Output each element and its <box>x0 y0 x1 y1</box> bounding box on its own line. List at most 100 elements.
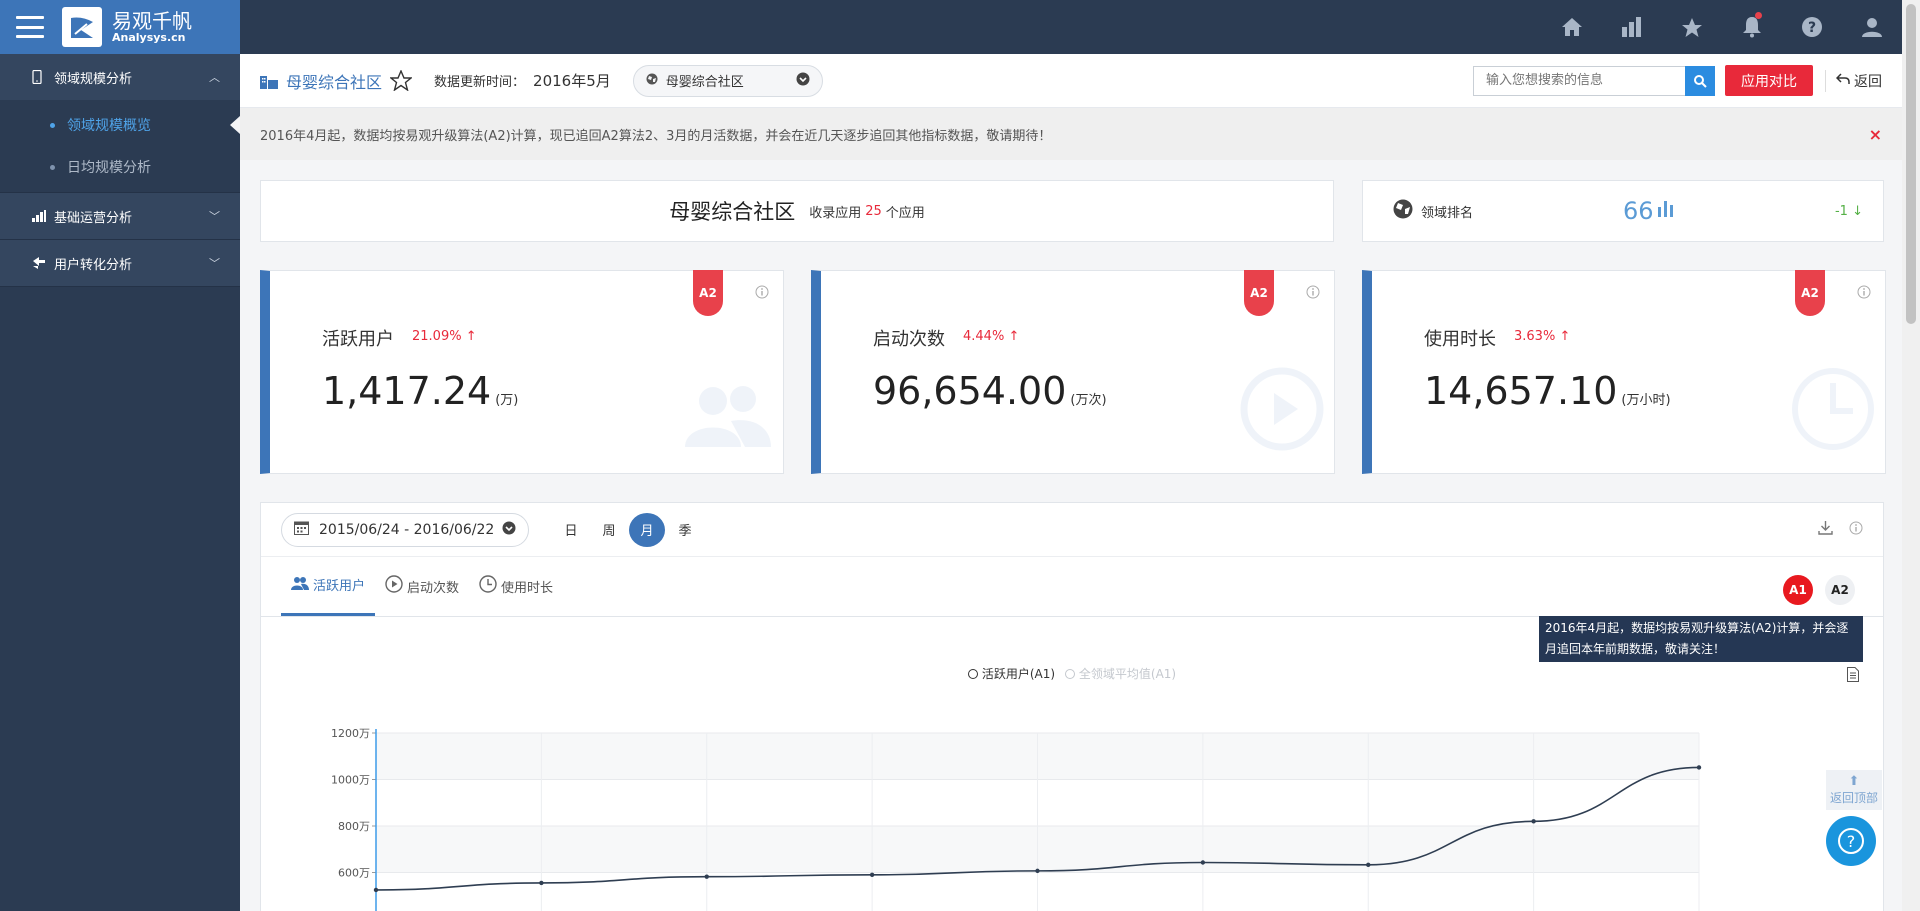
data-point <box>373 887 379 893</box>
legend-marker <box>1064 668 1075 679</box>
algo-a1-button[interactable]: A1 <box>1783 575 1813 605</box>
tab-launches[interactable]: 启动次数 <box>375 556 469 616</box>
chevron-up-icon: ︿ <box>209 71 220 84</box>
data-point <box>1696 765 1702 770</box>
chart-legend: 活跃用户(A1) 全领域平均值(A1) <box>261 665 1883 682</box>
bell-icon[interactable] <box>1722 0 1782 54</box>
metric-change-value: 4.44% <box>963 329 1005 344</box>
metric-change: 21.09% ↑ <box>412 329 477 344</box>
arrow-up-icon: ⬆ <box>1848 774 1860 789</box>
algo-a2-button[interactable]: A2 <box>1825 575 1855 605</box>
metric-card-launches: A2 启动次数 4.44% ↑ 96,654.00 (万次) <box>811 270 1335 474</box>
home-icon[interactable] <box>1542 0 1602 54</box>
back-label: 返回 <box>1854 73 1882 90</box>
menu-group-operation: 基础运营分析 ﹀ <box>0 193 240 240</box>
legend-item-active-users[interactable]: 活跃用户(A1) <box>967 665 1055 682</box>
sidebar: 易观千帆 Analysys.cn 领域规模分析 ︿ 领域规模概览 日均规模分析 … <box>0 0 240 911</box>
conversion-icon <box>32 256 48 270</box>
domain-name: 母婴综合社区 <box>669 200 796 224</box>
hamburger-menu-icon[interactable] <box>16 16 44 38</box>
arrow-down-icon: ↓ <box>1852 203 1863 219</box>
date-range-picker[interactable]: 2015/06/24 - 2016/06/22 <box>281 512 529 547</box>
metric-unit: (万小时) <box>1621 393 1671 408</box>
users-icon <box>291 576 309 594</box>
menu-head-user-conversion[interactable]: 用户转化分析 ﹀ <box>0 240 240 286</box>
info-icon[interactable] <box>1849 521 1863 539</box>
play-circle-icon <box>1240 367 1324 455</box>
scrollbar-thumb[interactable] <box>1906 4 1916 324</box>
notice-bar: 2016年4月起，数据均按易观升级算法(A2)计算，现已追回A2算法2、3月的月… <box>240 108 1902 160</box>
date-range-value: 2015/06/24 - 2016/06/22 <box>319 521 495 538</box>
notification-dot <box>1755 12 1762 19</box>
brand-sub: Analysys.cn <box>112 30 186 44</box>
metric-label: 启动次数 <box>873 329 945 350</box>
sidebar-item-label: 领域规模概览 <box>67 118 151 134</box>
info-icon[interactable] <box>1306 285 1320 303</box>
data-point <box>1531 819 1536 824</box>
top-nav-icons: ? <box>1542 0 1902 54</box>
help-fab-button[interactable]: ? <box>1826 816 1876 866</box>
metric-value: 96,654.00 (万次) <box>873 369 1107 413</box>
bullet-icon <box>50 122 55 128</box>
algo-badge: A2 <box>1795 270 1825 316</box>
algo-tooltip: 2016年4月起，数据均按易观升级算法(A2)计算，并会逐月追回本年前期数据，敬… <box>1539 616 1863 662</box>
metric-value-number: 14,657.10 <box>1424 369 1618 413</box>
menu-group-scale: 领域规模分析 ︿ 领域规模概览 日均规模分析 <box>0 54 240 193</box>
data-point <box>704 874 709 879</box>
period-day[interactable]: 日 <box>553 513 589 547</box>
trend-line-chart: 1200万1000万800万600万400万 <box>331 727 1702 911</box>
help-icon[interactable]: ? <box>1782 0 1842 54</box>
bar-chart-icon[interactable] <box>1602 0 1662 54</box>
period-quarter[interactable]: 季 <box>667 513 703 547</box>
submenu-scale: 领域规模概览 日均规模分析 <box>0 100 240 192</box>
logo-icon[interactable] <box>62 7 102 47</box>
period-month[interactable]: 月 <box>629 512 665 547</box>
legend-label: 全领域平均值(A1) <box>1078 667 1177 681</box>
download-icon[interactable] <box>1818 520 1833 539</box>
metric-change: 4.44% ↑ <box>963 329 1019 344</box>
rank-value: 66 <box>1623 197 1654 225</box>
info-icon[interactable] <box>1857 285 1871 303</box>
app-compare-button[interactable]: 应用对比 <box>1725 65 1813 96</box>
user-icon[interactable] <box>1842 0 1902 54</box>
data-point <box>539 880 544 886</box>
back-to-top-button[interactable]: ⬆ 返回顶部 <box>1826 770 1882 810</box>
menu-group-conversion: 用户转化分析 ﹀ <box>0 240 240 287</box>
arrow-up-icon: ↑ <box>465 329 477 344</box>
domain-select[interactable]: 母婴综合社区 <box>632 64 823 97</box>
svg-text:?: ? <box>1808 20 1816 36</box>
metric-label: 活跃用户 <box>322 329 394 350</box>
period-week[interactable]: 周 <box>591 513 627 547</box>
star-icon[interactable] <box>1662 0 1722 54</box>
search-input[interactable] <box>1473 65 1685 96</box>
calendar-icon <box>294 520 309 539</box>
users-icon <box>683 381 773 455</box>
search-button[interactable] <box>1685 65 1715 96</box>
main-content: 母婴综合社区 数据更新时间： 2016年5月 母婴综合社区 应用对比 返回 20… <box>240 54 1902 911</box>
page-title: 母婴综合社区 <box>286 72 383 92</box>
signal-icon <box>32 210 48 222</box>
document-icon[interactable] <box>1847 667 1859 686</box>
menu-head-basic-operation[interactable]: 基础运营分析 ﹀ <box>0 193 240 239</box>
metric-value-number: 96,654.00 <box>873 369 1067 413</box>
algo-badge: A2 <box>693 270 723 316</box>
tab-usage-duration[interactable]: 使用时长 <box>469 556 563 616</box>
y-tick-label: 1000万 <box>331 774 370 787</box>
favorite-star-icon[interactable] <box>390 70 413 91</box>
close-icon[interactable]: × <box>1869 125 1882 144</box>
sidebar-item-daily-scale[interactable]: 日均规模分析 <box>0 146 240 188</box>
metric-change-value: 3.63% <box>1514 329 1556 344</box>
update-time-value: 2016年5月 <box>533 72 611 90</box>
page-scrollbar[interactable] <box>1902 0 1920 911</box>
rank-change-value: -1 <box>1834 203 1848 219</box>
tab-label: 活跃用户 <box>313 579 366 594</box>
back-button[interactable]: 返回 <box>1825 69 1882 92</box>
tab-active-users[interactable]: 活跃用户 <box>281 556 376 616</box>
menu-head-scale-analysis[interactable]: 领域规模分析 ︿ <box>0 54 240 100</box>
domain-summary-card: 母婴综合社区 收录应用 25 个应用 <box>260 180 1334 242</box>
tab-label: 启动次数 <box>407 580 460 596</box>
legend-item-domain-average[interactable]: 全领域平均值(A1) <box>1064 665 1177 682</box>
info-icon[interactable] <box>755 285 769 303</box>
sidebar-item-label: 日均规模分析 <box>67 160 151 176</box>
sidebar-item-scale-overview[interactable]: 领域规模概览 <box>0 104 240 146</box>
